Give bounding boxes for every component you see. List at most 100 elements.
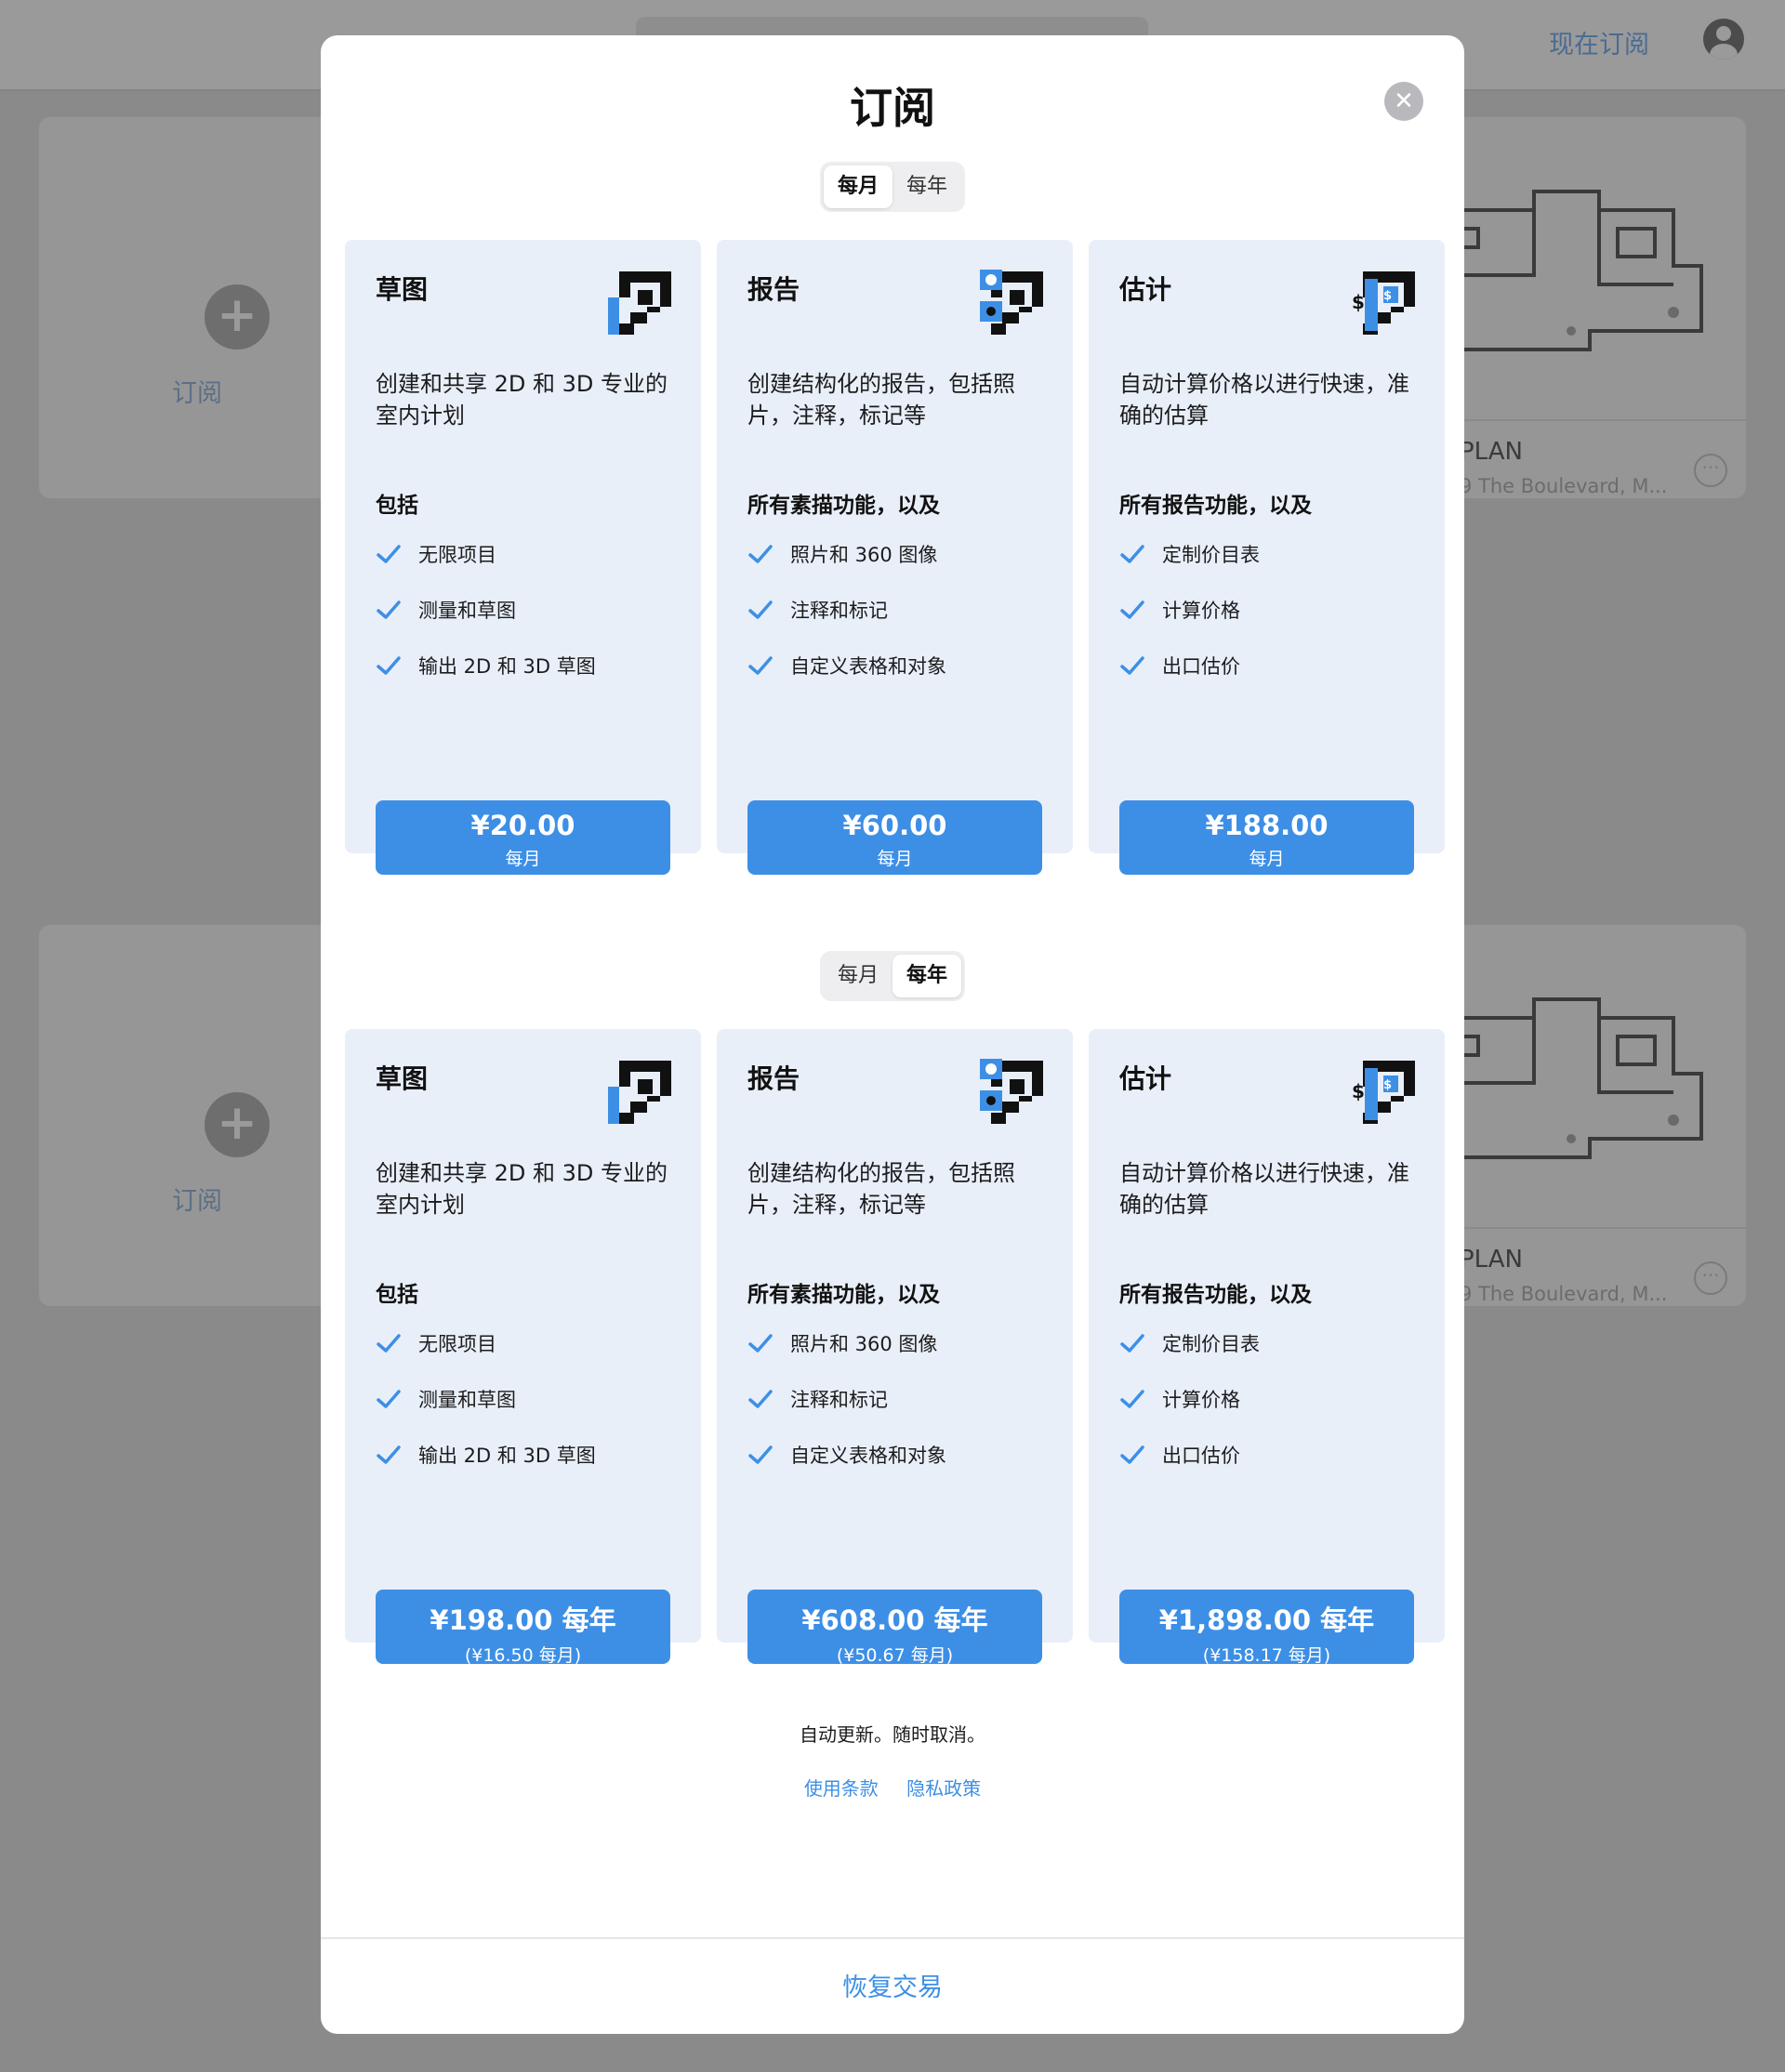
feature-item: 测量和草图 (376, 596, 516, 624)
check-icon (1120, 600, 1144, 619)
floorplan-icon (608, 1061, 671, 1124)
plan-includes: 所有报告功能，以及 (1119, 494, 1312, 518)
feature-item: 出口估价 (1119, 1441, 1240, 1469)
billing-toggle-monthly-section[interactable]: 每月 每年 (820, 162, 965, 212)
subscribe-now-link[interactable]: 现在订阅 (1549, 24, 1649, 60)
check-icon (1120, 545, 1144, 563)
buy-sketch-yearly-button[interactable]: ¥198.00 每年 (¥16.50 每月) (376, 1590, 670, 1666)
feature-item: 注释和标记 (747, 596, 888, 624)
price-label: ¥188.00 (1205, 810, 1329, 841)
price-label: ¥60.00 (842, 810, 947, 841)
check-icon (748, 600, 773, 619)
feature-label: 无限项目 (418, 1333, 496, 1355)
modal-title: 订阅 (850, 83, 935, 133)
buy-estimate-monthly-button[interactable]: ¥188.00 每月 (1119, 800, 1414, 875)
check-icon (748, 1390, 773, 1408)
auto-renew-note: 自动更新。随时取消。 (800, 1723, 985, 1746)
report-icon (980, 270, 1043, 335)
feature-label: 输出 2D 和 3D 草图 (418, 1445, 596, 1467)
check-icon (1120, 656, 1144, 675)
yearly-plans: 草图 创建和共享 2D 和 3D 专业的室内计划 包括 无限项目 测量和草图 输… (345, 1029, 1445, 1666)
plan-card-report: 报告 创建结构化的报告，包括照片，注释，标记等 所有素描功能，以及 照片和 36… (717, 1029, 1073, 1666)
toggle-yearly[interactable]: 每年 (892, 165, 961, 208)
buy-report-yearly-button[interactable]: ¥608.00 每年 (¥50.67 每月) (747, 1590, 1042, 1666)
floorplan-thumbnail (1439, 190, 1703, 351)
feature-label: 注释和标记 (790, 1389, 888, 1411)
feature-label: 输出 2D 和 3D 草图 (418, 655, 596, 678)
plan-name: 报告 (747, 1063, 800, 1094)
floorplan-icon (608, 271, 671, 335)
feature-label: 定制价目表 (1162, 1333, 1260, 1355)
subscription-modal: 订阅 ✕ 每月 每年 草图 创建和共享 2D 和 3D 专业的室内计划 包括 无… (321, 35, 1464, 2034)
avatar[interactable] (1703, 19, 1744, 59)
more-options-icon[interactable]: ··· (1694, 1261, 1727, 1295)
feature-item: 无限项目 (376, 1329, 496, 1357)
billing-toggle-yearly-section[interactable]: 每月 每年 (820, 951, 965, 1001)
restore-purchases-button[interactable]: 恢复交易 (321, 1967, 1464, 2003)
plan-card-sketch: 草图 创建和共享 2D 和 3D 专业的室内计划 包括 无限项目 测量和草图 输… (345, 1029, 701, 1666)
plus-icon: + (205, 284, 270, 350)
period-label: 每月 (1249, 849, 1285, 869)
plan-name: 草图 (376, 1063, 429, 1094)
feature-label: 计算价格 (1162, 1389, 1240, 1411)
feature-item: 出口估价 (1119, 652, 1240, 680)
check-icon (748, 545, 773, 563)
price-label: ¥198.00 每年 (430, 1604, 616, 1636)
privacy-link[interactable]: 隐私政策 (906, 1777, 981, 1800)
project-title: PLAN (1460, 438, 1523, 466)
project-address: 9 The Boulevard, M... (1460, 1283, 1668, 1305)
feature-label: 出口估价 (1162, 1445, 1240, 1467)
plan-card-estimate: 估计 $ $ 自动计算价格以进行快速，准确的估算 所有报告功能，以及 定制价目表… (1089, 1029, 1445, 1666)
monthly-plans: 草图 创建和共享 2D 和 3D 专业的室内计划 包括 无限项目 测量和草图 输… (345, 240, 1445, 875)
project-address: 9 The Boulevard, M... (1460, 475, 1668, 497)
period-label: (¥50.67 每月) (836, 1645, 954, 1666)
feature-label: 无限项目 (418, 544, 496, 566)
plan-card-sketch: 草图 创建和共享 2D 和 3D 专业的室内计划 包括 无限项目 测量和草图 输… (345, 240, 701, 875)
buy-sketch-monthly-button[interactable]: ¥20.00 每月 (376, 800, 670, 875)
plan-description: 自动计算价格以进行快速，准确的估算 (1119, 1160, 1409, 1218)
buy-estimate-yearly-button[interactable]: ¥1,898.00 每年 (¥158.17 每月) (1119, 1590, 1414, 1666)
buy-report-monthly-button[interactable]: ¥60.00 每月 (747, 800, 1042, 875)
period-label: (¥16.50 每月) (464, 1645, 582, 1666)
feature-item: 测量和草图 (376, 1385, 516, 1413)
feature-item: 无限项目 (376, 540, 496, 568)
feature-label: 计算价格 (1162, 600, 1240, 622)
estimate-icon: $ $ (1352, 1061, 1415, 1124)
feature-label: 照片和 360 图像 (790, 544, 938, 566)
svg-text:$: $ (1383, 289, 1392, 303)
plan-includes: 包括 (376, 1283, 418, 1307)
plan-card-estimate: 估计 $ $ 自动计算价格以进行快速，准确的估算 所有报告功能，以及 定制价目表… (1089, 240, 1445, 875)
feature-item: 自定义表格和对象 (747, 652, 946, 680)
toggle-yearly[interactable]: 每年 (892, 955, 961, 997)
terms-link[interactable]: 使用条款 (804, 1777, 879, 1800)
period-label: (¥158.17 每月) (1202, 1645, 1331, 1666)
plan-name: 估计 (1119, 274, 1172, 305)
more-options-icon[interactable]: ··· (1694, 454, 1727, 487)
floorplan-thumbnail (1439, 997, 1703, 1159)
plan-card-report: 报告 创建结构化的报告，包括照片，注释，标记等 所有素描功能，以及 照片和 36… (717, 240, 1073, 875)
feature-item: 计算价格 (1119, 596, 1240, 624)
plan-description: 创建和共享 2D 和 3D 专业的室内计划 (376, 371, 668, 429)
svg-text:$: $ (1352, 1080, 1365, 1102)
feature-item: 计算价格 (1119, 1385, 1240, 1413)
check-icon (1120, 1334, 1144, 1353)
check-icon (748, 1334, 773, 1353)
feature-item: 输出 2D 和 3D 草图 (376, 652, 596, 680)
estimate-icon: $ $ (1352, 271, 1415, 335)
plan-description: 创建和共享 2D 和 3D 专业的室内计划 (376, 1160, 668, 1218)
svg-text:$: $ (1383, 1078, 1392, 1092)
check-icon (1120, 1390, 1144, 1408)
feature-item: 自定义表格和对象 (747, 1441, 946, 1469)
toggle-monthly[interactable]: 每月 (824, 165, 892, 208)
period-label: 每月 (505, 849, 541, 869)
svg-text:$: $ (1352, 291, 1365, 313)
plan-description: 创建结构化的报告，包括照片，注释，标记等 (747, 1160, 1015, 1218)
close-icon[interactable]: ✕ (1384, 82, 1423, 121)
plan-name: 草图 (376, 274, 429, 305)
feature-item: 照片和 360 图像 (747, 540, 937, 568)
toggle-monthly[interactable]: 每月 (824, 955, 892, 997)
plan-includes: 所有报告功能，以及 (1119, 1283, 1312, 1307)
feature-label: 测量和草图 (418, 1389, 516, 1411)
report-icon (980, 1059, 1043, 1124)
feature-label: 注释和标记 (790, 600, 888, 622)
